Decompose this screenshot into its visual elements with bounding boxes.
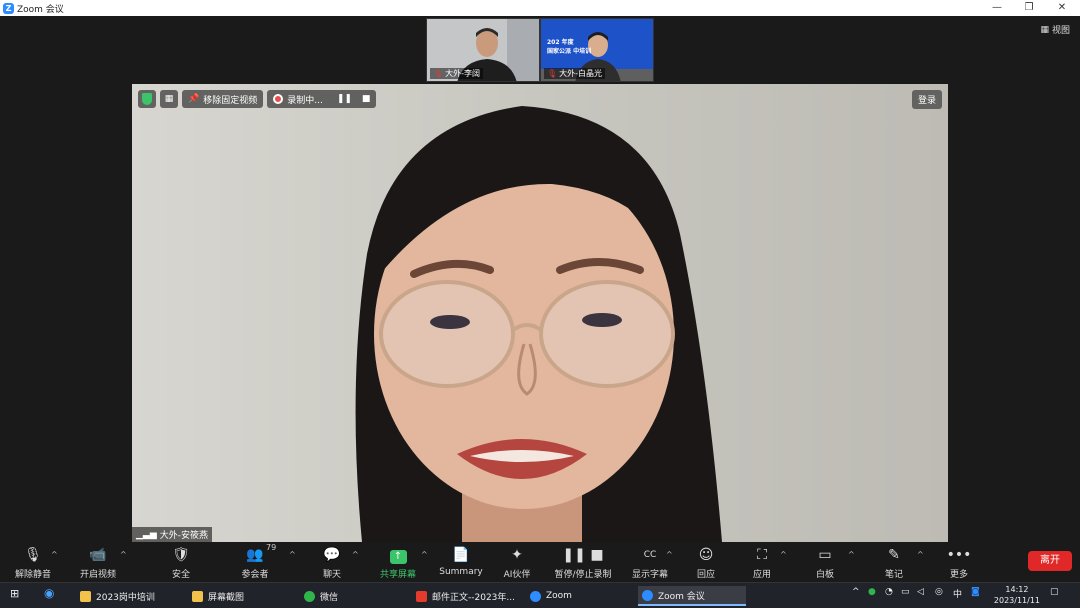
more-icon: •••	[946, 547, 972, 563]
security-button[interactable]: 🛡 安全	[151, 546, 211, 580]
unpin-video-button[interactable]: 📌 移除固定视频	[182, 90, 264, 108]
taskbar-item-active[interactable]: Zoom 会议	[638, 586, 746, 606]
folder-icon	[80, 590, 91, 602]
speaker-video-image	[132, 84, 948, 542]
notification-icon[interactable]: ▢	[1050, 587, 1059, 597]
participants-caret[interactable]: ^	[289, 550, 296, 559]
taskbar-item[interactable]: 微信	[300, 586, 404, 606]
ai-companion-button[interactable]: ✦ AI伙伴	[487, 546, 547, 580]
shield-icon: 🛡	[172, 547, 190, 563]
share-screen-icon: ↑	[368, 546, 428, 564]
clock-time: 14:12	[1005, 585, 1029, 594]
participant-name: 大外-李阔	[445, 69, 481, 78]
network-icon[interactable]: ◔	[885, 587, 893, 597]
more-button[interactable]: ••• 更多	[929, 546, 989, 580]
windows-start-icon[interactable]: ⊞	[10, 587, 19, 600]
share-screen-button[interactable]: ↑ 共享屏幕	[368, 546, 428, 580]
leave-button[interactable]: 离开	[1028, 551, 1072, 571]
participant-thumbnail[interactable]: 🎙 大外-李阔	[426, 18, 540, 82]
mic-muted-icon: 🎙	[547, 69, 558, 78]
wechat-icon	[304, 590, 315, 602]
notes-icon: ✎	[888, 547, 900, 563]
signal-strength-icon: ▁▃▅	[136, 529, 157, 540]
whiteboard-icon: ▭	[818, 547, 832, 563]
unpin-label: 移除固定视频	[203, 95, 258, 106]
camera-off-icon: 📹	[89, 547, 107, 563]
tray-expand-icon[interactable]: ^	[852, 587, 860, 597]
taskbar-item[interactable]: Zoom	[526, 586, 630, 606]
whiteboard-caret[interactable]: ^	[848, 550, 855, 559]
participant-name: 大外-白晶光	[559, 69, 603, 78]
start-video-button[interactable]: 📹 开启视频	[68, 546, 128, 580]
taskbar-item[interactable]: 屏幕截图	[188, 586, 292, 606]
video-options-caret[interactable]: ^	[120, 550, 127, 559]
zoom-icon	[530, 590, 541, 602]
login-button[interactable]: 登录	[911, 90, 942, 109]
window-title: Zoom 会议	[17, 4, 64, 15]
wechat-tray-icon[interactable]: ●	[868, 587, 876, 597]
chat-caret[interactable]: ^	[352, 550, 359, 559]
thumbnail-name-tag: 🎙 大外-白晶光	[544, 68, 606, 79]
zoom-icon	[642, 589, 653, 601]
summary-icon: 📄	[452, 547, 470, 563]
pause-recording-icon[interactable]: ❚❚	[337, 94, 352, 104]
taskbar-item[interactable]: 2023岗中培训	[76, 586, 180, 606]
apps-caret[interactable]: ^	[780, 550, 787, 559]
view-label: 视图	[1051, 26, 1070, 36]
system-clock[interactable]: 14:12 2023/11/11	[994, 584, 1040, 606]
main-speaker-video[interactable]: ▦ 📌 移除固定视频 录制中... ❚❚ ■ 登录 ▁▃▅ 大外-安筱燕	[132, 84, 948, 542]
restore-button[interactable]: ❐	[1012, 0, 1046, 16]
pin-icon: 📌	[188, 94, 200, 104]
grid-icon: ▦	[1040, 24, 1049, 35]
recording-indicator: 录制中... ❚❚ ■	[267, 90, 377, 108]
battery-icon[interactable]: ▭	[901, 587, 910, 597]
ime-indicator[interactable]: 中	[953, 587, 962, 600]
security-shield-button[interactable]	[138, 90, 156, 108]
volume-icon[interactable]: ◁	[917, 587, 924, 597]
gallery-toggle-button[interactable]: ▦	[160, 90, 178, 108]
view-button[interactable]: ▦ 视图	[1040, 23, 1070, 37]
shield-icon	[142, 93, 152, 105]
speaker-name-tag: ▁▃▅ 大外-安筱燕	[132, 527, 213, 542]
sparkle-icon: ✦	[511, 547, 523, 563]
thumbnail-name-tag: 🎙 大外-李阔	[430, 68, 484, 79]
captions-caret[interactable]: ^	[666, 550, 673, 559]
folder-icon	[192, 590, 203, 602]
wps-icon	[416, 590, 427, 602]
recording-label: 录制中...	[287, 95, 323, 106]
clock-date: 2023/11/11	[993, 596, 1040, 605]
tray-app-icon[interactable]: ◎	[935, 587, 943, 597]
audio-options-caret[interactable]: ^	[51, 550, 58, 559]
stop-recording-icon[interactable]: ■	[362, 94, 371, 104]
reactions-button[interactable]: ☺ 回应	[676, 546, 736, 580]
mic-muted-icon: 🎙	[433, 69, 444, 78]
smiley-icon: ☺	[698, 547, 714, 563]
whiteboard-button[interactable]: ▭ 白板	[795, 546, 855, 580]
window-titlebar: Z Zoom 会议 — ❐ ✕	[0, 0, 1080, 16]
browser-icon[interactable]: ◉	[44, 586, 54, 600]
meeting-toolbar: 🎙 解除静音 ^ 📹 开启视频 ^ 🛡 安全 👥 参会者 79 ^ 💬 聊天 ^ ↑ 共享屏…	[0, 542, 1080, 582]
notes-caret[interactable]: ^	[917, 550, 924, 559]
speaker-name: 大外-安筱燕	[159, 531, 209, 541]
qq-icon[interactable]: ◙	[971, 587, 980, 597]
windows-taskbar: ⊞ ◉ 2023岗中培训 屏幕截图 微信 邮件正文--2023年... Zoom…	[0, 582, 1080, 608]
pause-stop-icon: ❚❚ ■	[562, 547, 604, 563]
close-button[interactable]: ✕	[1045, 0, 1079, 16]
taskbar-item[interactable]: 邮件正文--2023年...	[412, 586, 520, 606]
notes-button[interactable]: ✎ 笔记	[864, 546, 924, 580]
recording-icon	[273, 94, 284, 104]
participant-count: 79	[266, 543, 277, 552]
summary-button[interactable]: 📄 Summary	[431, 546, 491, 577]
share-caret[interactable]: ^	[421, 550, 428, 559]
minimize-button[interactable]: —	[980, 0, 1014, 16]
grid-icon: ▦	[164, 94, 174, 104]
meeting-stage: ▦ 视图 🎙 大外-李阔 202 年度 国家公派 中培训 🎙 大外-白晶光 ▦ …	[0, 16, 1080, 542]
video-overlay-controls: ▦ 📌 移除固定视频 录制中... ❚❚ ■	[138, 90, 377, 108]
zoom-logo-icon: Z	[3, 2, 14, 14]
participant-thumbnail[interactable]: 202 年度 国家公派 中培训 🎙 大外-白晶光	[540, 18, 654, 82]
pause-stop-recording-button[interactable]: ❚❚ ■ 暂停/停止录制	[545, 546, 621, 580]
banner-text: 202 年度 国家公派 中培训	[547, 39, 592, 55]
